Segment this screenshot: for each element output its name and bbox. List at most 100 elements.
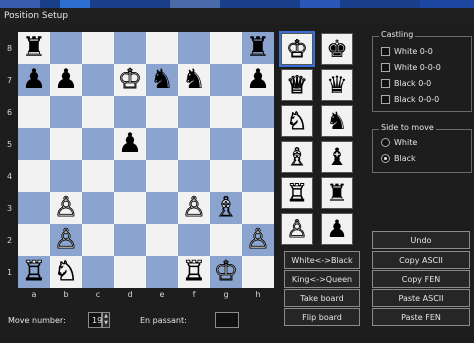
black-pawn-piece[interactable]: ♟ [118,128,142,160]
square-b5[interactable] [50,128,82,160]
square-d5[interactable]: ♟ [114,128,146,160]
square-g6[interactable] [210,96,242,128]
black-pawn-piece[interactable]: ♟ [54,64,78,96]
white-king-piece[interactable]: ♔ [213,256,238,288]
square-d6[interactable] [114,96,146,128]
white-bishop-piece[interactable]: ♗ [213,192,238,224]
black-pawn-piece[interactable]: ♟ [22,64,46,96]
palette-white-king[interactable]: ♔ [279,31,315,67]
square-a2[interactable] [18,224,50,256]
square-f8[interactable] [178,32,210,64]
square-g1[interactable]: ♔ [210,256,242,288]
square-g8[interactable] [210,32,242,64]
square-a8[interactable]: ♜ [18,32,50,64]
square-f5[interactable] [178,128,210,160]
square-b2[interactable]: ♙ [50,224,82,256]
paste-ascii-button[interactable]: Paste ASCII [372,289,470,307]
square-g7[interactable] [210,64,242,96]
square-f6[interactable] [178,96,210,128]
palette-black-bishop[interactable]: ♝ [321,141,353,173]
square-d3[interactable] [114,192,146,224]
square-c5[interactable] [82,128,114,160]
square-e5[interactable] [146,128,178,160]
white-pawn-piece[interactable]: ♙ [245,224,270,256]
copy-fen-button[interactable]: Copy FEN [372,270,470,288]
palette-black-king[interactable]: ♚ [321,33,353,65]
square-b1[interactable]: ♘ [50,256,82,288]
white-pawn-piece[interactable]: ♙ [53,192,78,224]
square-e3[interactable] [146,192,178,224]
square-d2[interactable] [114,224,146,256]
square-a4[interactable] [18,160,50,192]
square-d7[interactable]: ♔ [114,64,146,96]
palette-white-rook[interactable]: ♖ [281,177,313,209]
square-a1[interactable]: ♖ [18,256,50,288]
black-knight-piece[interactable]: ♞ [150,64,174,96]
square-d8[interactable] [114,32,146,64]
castling-white-kingside[interactable]: White 0-0 [381,47,433,56]
square-c1[interactable] [82,256,114,288]
en-passant-input[interactable] [215,312,239,328]
square-h2[interactable]: ♙ [242,224,274,256]
move-number-input[interactable]: 19 [88,312,102,328]
square-f1[interactable]: ♖ [178,256,210,288]
square-a7[interactable]: ♟ [18,64,50,96]
square-h1[interactable] [242,256,274,288]
square-f4[interactable] [178,160,210,192]
square-h8[interactable]: ♜ [242,32,274,64]
square-e8[interactable] [146,32,178,64]
square-g2[interactable] [210,224,242,256]
palette-black-queen[interactable]: ♛ [321,69,353,101]
paste-fen-button[interactable]: Paste FEN [372,308,470,326]
square-h3[interactable] [242,192,274,224]
square-d1[interactable] [114,256,146,288]
palette-black-rook[interactable]: ♜ [321,177,353,209]
palette-white-pawn[interactable]: ♙ [281,213,313,245]
white-rook-piece[interactable]: ♖ [21,256,46,288]
square-f2[interactable] [178,224,210,256]
square-b3[interactable]: ♙ [50,192,82,224]
radio-button[interactable] [381,154,390,163]
king-queen-swap-button[interactable]: King<->Queen [284,270,360,288]
black-pawn-piece[interactable]: ♟ [246,64,270,96]
radio-button[interactable] [381,138,390,147]
move-number-spinner[interactable]: ▲ ▼ [102,312,110,328]
square-f7[interactable]: ♞ [178,64,210,96]
white-black-swap-button[interactable]: White<->Black [284,251,360,269]
black-rook-piece[interactable]: ♜ [246,32,270,64]
square-b6[interactable] [50,96,82,128]
flip-board-button[interactable]: Flip board [284,308,360,326]
checkbox[interactable] [381,95,390,104]
square-c4[interactable] [82,160,114,192]
spin-up-icon[interactable]: ▲ [104,313,108,320]
square-e7[interactable]: ♞ [146,64,178,96]
square-a3[interactable] [18,192,50,224]
square-b4[interactable] [50,160,82,192]
side-white-radio[interactable]: White [381,138,417,147]
palette-white-queen[interactable]: ♕ [281,69,313,101]
square-c8[interactable] [82,32,114,64]
chess-board[interactable]: ♜ ♜ ♟ ♟ ♔ ♞ ♞ ♟ ♟ ♙ ♙ ♗ ♙ ♙ ♖ ♘ ♖ ♔ [18,32,274,288]
copy-ascii-button[interactable]: Copy ASCII [372,251,470,269]
square-h7[interactable]: ♟ [242,64,274,96]
square-b8[interactable] [50,32,82,64]
square-g5[interactable] [210,128,242,160]
take-board-button[interactable]: Take board [284,289,360,307]
side-black-radio[interactable]: Black [381,154,416,163]
black-knight-piece[interactable]: ♞ [182,64,206,96]
square-c2[interactable] [82,224,114,256]
checkbox[interactable] [381,63,390,72]
palette-white-bishop[interactable]: ♗ [281,141,313,173]
undo-button[interactable]: Undo [372,231,470,249]
palette-black-pawn[interactable]: ♟ [321,213,353,245]
square-e2[interactable] [146,224,178,256]
square-g4[interactable] [210,160,242,192]
checkbox[interactable] [381,79,390,88]
square-c3[interactable] [82,192,114,224]
square-d4[interactable] [114,160,146,192]
square-g3[interactable]: ♗ [210,192,242,224]
square-a6[interactable] [18,96,50,128]
castling-black-queenside[interactable]: Black 0-0-0 [381,95,439,104]
square-h6[interactable] [242,96,274,128]
checkbox[interactable] [381,47,390,56]
